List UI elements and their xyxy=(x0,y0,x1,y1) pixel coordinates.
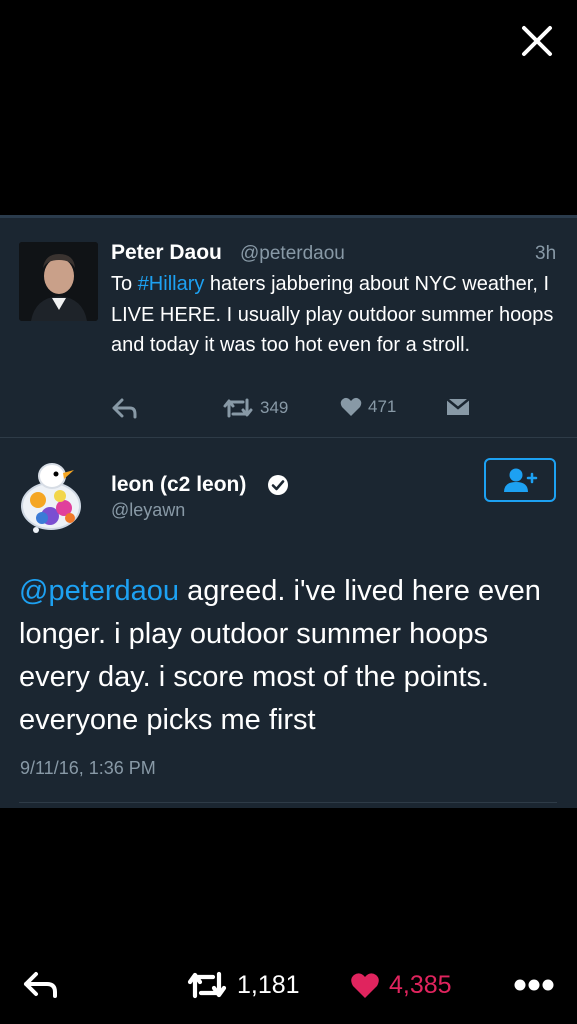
parent-avatar[interactable] xyxy=(19,242,98,321)
close-button[interactable] xyxy=(520,24,554,58)
more-icon xyxy=(514,979,554,991)
retweet-button[interactable]: 1,181 xyxy=(186,964,300,1006)
like-button[interactable]: 4,385 xyxy=(350,964,452,1006)
follow-user-icon xyxy=(504,468,538,492)
parent-tweet-text: To #Hillary haters jabbering about NYC w… xyxy=(111,269,561,361)
parent-text-before: To xyxy=(111,273,138,295)
parent-retweet-button[interactable]: 349 xyxy=(222,397,288,419)
panel-top-border xyxy=(0,215,577,218)
retweet-count: 1,181 xyxy=(237,970,300,999)
follow-button[interactable] xyxy=(484,458,556,502)
parent-reply-button[interactable] xyxy=(112,397,138,419)
hashtag-link[interactable]: #Hillary xyxy=(138,273,205,295)
message-icon xyxy=(446,398,470,415)
more-button[interactable] xyxy=(514,964,554,1006)
verified-badge xyxy=(267,474,289,501)
parent-author-name[interactable]: Peter Daou xyxy=(111,241,222,265)
reply-icon xyxy=(24,972,57,998)
parent-like-button[interactable]: 471 xyxy=(340,397,396,417)
reply-icon xyxy=(112,398,137,419)
main-timestamp: 9/11/16, 1:36 PM xyxy=(20,758,156,778)
main-tweet-divider xyxy=(19,802,557,803)
main-avatar[interactable] xyxy=(18,456,88,536)
parent-like-count: 471 xyxy=(368,397,397,416)
main-author-name[interactable]: leon (c2 leon) xyxy=(111,473,246,497)
main-tweet-text: @peterdaou agreed. i've lived here even … xyxy=(19,570,559,742)
retweet-icon xyxy=(187,971,227,999)
bottom-action-bar: 1,181 4,385 xyxy=(0,964,577,1006)
mention-link[interactable]: @peterdaou xyxy=(19,575,179,607)
main-author-handle[interactable]: @leyawn xyxy=(111,500,185,521)
reply-button[interactable] xyxy=(23,964,59,1006)
retweet-icon xyxy=(223,398,253,418)
tweet-divider xyxy=(0,437,577,438)
like-count: 4,385 xyxy=(389,970,452,999)
like-icon xyxy=(340,397,362,416)
parent-timestamp: 3h xyxy=(535,243,557,264)
parent-retweet-count: 349 xyxy=(260,398,289,417)
like-icon xyxy=(351,972,379,998)
verified-icon xyxy=(268,475,288,495)
close-icon xyxy=(522,26,552,56)
tweet-panel: Peter Daou @peterdaou 3h To #Hillary hat… xyxy=(0,215,577,808)
parent-message-button[interactable] xyxy=(446,397,470,417)
parent-author-handle[interactable]: @peterdaou xyxy=(240,243,345,265)
parent-action-bar: 349 471 xyxy=(0,397,577,427)
